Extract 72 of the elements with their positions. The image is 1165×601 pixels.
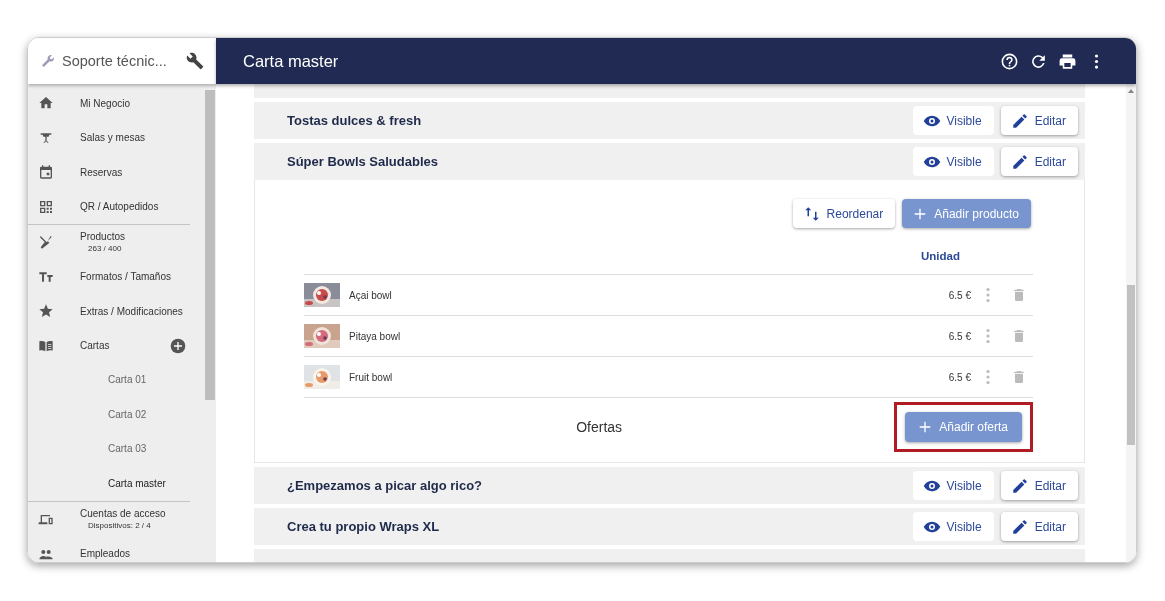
sidebar-count: 263 / 400: [87, 244, 123, 254]
pencil-icon: [1010, 476, 1029, 495]
column-header: Unidad: [921, 250, 960, 262]
category-bar[interactable]: ¿Empezamos a picar algo rico? Visible Editar: [254, 467, 1085, 504]
sidebar-label: Formatos / Tamaños: [80, 271, 172, 283]
edit-button[interactable]: Editar: [1000, 147, 1078, 176]
star-icon: [38, 303, 54, 320]
qr-icon: [38, 198, 54, 215]
category-title: Crea tu propio Wraps XL: [287, 519, 441, 534]
visible-button[interactable]: Visible: [912, 147, 994, 176]
sidebar-label: Reservas: [80, 166, 124, 178]
sidebar-item[interactable]: Cuentas de acceso Dispositivos: 2 / 4: [28, 502, 204, 537]
edit-button[interactable]: Editar: [1000, 471, 1078, 500]
reorder-button[interactable]: Reordenar: [792, 199, 896, 228]
category-bar[interactable]: [254, 549, 1085, 562]
pencil-icon: [1010, 152, 1029, 171]
sidebar-item[interactable]: Salas y mesas: [28, 120, 204, 155]
sidebar-subitem[interactable]: Carta 03: [28, 432, 204, 467]
sidebar-label: Salas y mesas: [80, 132, 147, 144]
sidebar-label: QR / Autopedidos: [80, 201, 160, 213]
cutlery-icon: [38, 234, 54, 251]
trash-icon[interactable]: [1011, 286, 1027, 304]
sidebar-label: Cuentas de acceso: [80, 508, 167, 520]
sidebar-item[interactable]: Empleados: [28, 536, 204, 562]
sidebar-subitem[interactable]: Carta 02: [28, 397, 204, 432]
sidebar-item[interactable]: Productos 263 / 400: [28, 225, 204, 260]
category-title: Tostas dulces & fresh: [287, 113, 423, 128]
category-bar[interactable]: Tostas dulces & fresh Visible Editar: [254, 102, 1085, 139]
sidebar-item[interactable]: Reservas: [28, 155, 204, 190]
print-icon[interactable]: [1058, 51, 1077, 71]
help-icon[interactable]: [1000, 51, 1019, 71]
edit-button[interactable]: Editar: [1000, 106, 1078, 135]
product-price: 6.5 €: [947, 289, 971, 301]
visible-button[interactable]: Visible: [912, 512, 994, 541]
sidebar-item[interactable]: Extras / Modificaciones: [28, 294, 204, 329]
sidebar-subitem[interactable]: Carta 01: [28, 363, 204, 398]
sidebar-label: Extras / Modificaciones: [80, 305, 184, 317]
calendar-icon: [38, 164, 54, 181]
product-price: 6.5 €: [947, 330, 971, 342]
trash-icon[interactable]: [1011, 368, 1027, 386]
scrollbar-thumb[interactable]: [1127, 285, 1135, 445]
sidebar-label: Empleados: [80, 548, 132, 560]
offers-label: Ofertas: [575, 419, 624, 435]
product-name: Açai bowl: [349, 289, 393, 301]
sidebar-label: Mi Negocio: [80, 97, 132, 109]
sidebar-subitem[interactable]: Carta master: [28, 466, 204, 501]
sidebar-item[interactable]: Cartas: [28, 328, 204, 363]
visible-button[interactable]: Visible: [912, 106, 994, 135]
edit-button[interactable]: Editar: [1000, 512, 1078, 541]
sidebar-item[interactable]: Mi Negocio: [28, 86, 204, 121]
sidebar-label: Cartas: [80, 340, 111, 352]
category-title: ¿Empezamos a picar algo rico?: [287, 478, 484, 493]
sidebar-item[interactable]: QR / Autopedidos: [28, 189, 204, 224]
pencil-icon: [1010, 517, 1029, 536]
wrench-icon[interactable]: [186, 50, 204, 72]
pencil-icon: [1010, 111, 1029, 130]
sidebar-item[interactable]: Formatos / Tamaños: [28, 259, 204, 294]
sidebar-count: Dispositivos: 2 / 4: [87, 521, 152, 531]
trash-icon[interactable]: [1011, 327, 1027, 345]
page-title: Carta master: [243, 51, 340, 71]
visible-button[interactable]: Visible: [912, 471, 994, 500]
product-price: 6.5 €: [947, 371, 971, 383]
wrench-icon: [40, 53, 56, 69]
category-bar[interactable]: [254, 84, 1085, 98]
sidebar-label: Productos: [80, 231, 127, 243]
category-bar[interactable]: Crea tu propio Wraps XL Visible Editar: [254, 508, 1085, 545]
scrollbar-thumb[interactable]: [205, 90, 215, 400]
product-name: Pitaya bowl: [349, 330, 402, 342]
category-bar[interactable]: Súper Bowls Saludables Visible Editar: [254, 143, 1085, 180]
product-name: Fruit bowl: [349, 371, 394, 383]
category-title: Súper Bowls Saludables: [287, 154, 439, 169]
add-circle-icon[interactable]: [170, 337, 186, 354]
